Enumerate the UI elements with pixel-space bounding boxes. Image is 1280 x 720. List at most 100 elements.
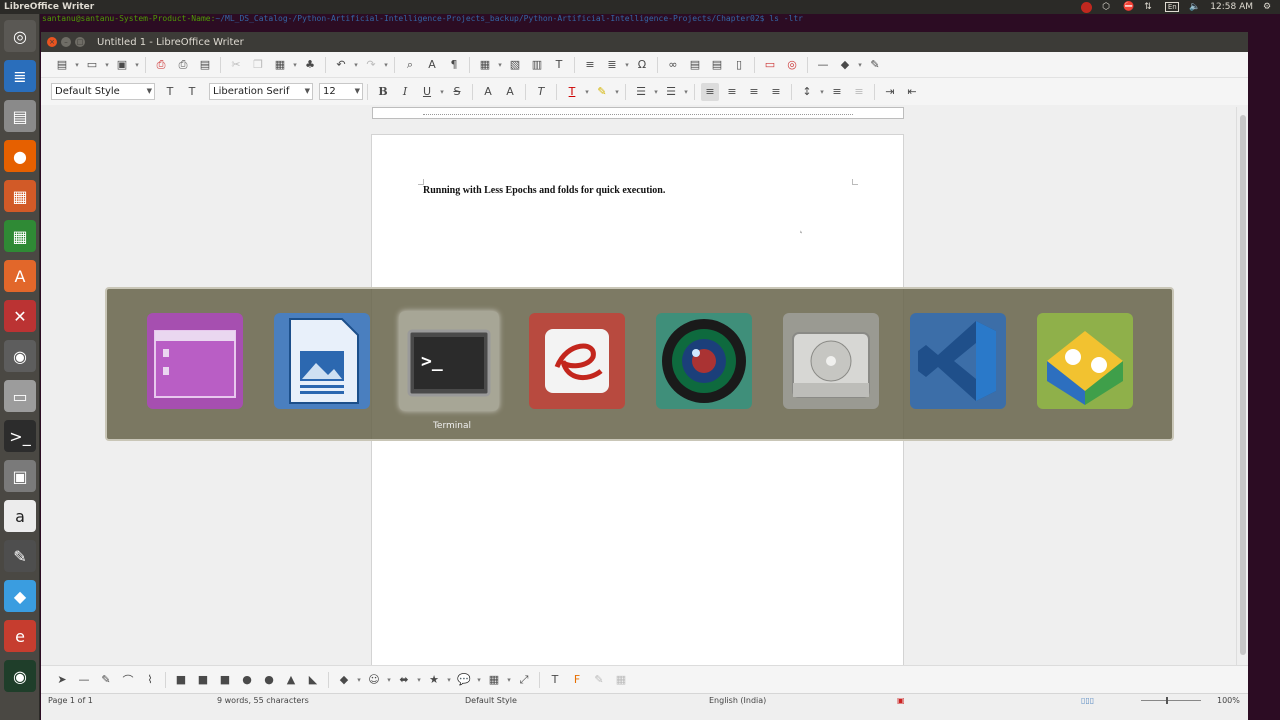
increase-indent-icon[interactable]: ⇥ xyxy=(881,83,899,101)
copy-icon[interactable]: ❐ xyxy=(249,56,267,74)
close-window-button[interactable]: × xyxy=(47,37,57,47)
language-status[interactable]: English (India) xyxy=(709,696,766,705)
settings-launcher-icon[interactable]: ✕ xyxy=(4,300,36,332)
line-icon[interactable]: — xyxy=(75,671,93,689)
align-center-icon[interactable]: ≡ xyxy=(723,83,741,101)
hyperlink-icon[interactable]: ∞ xyxy=(664,56,682,74)
undo-dropdown-icon[interactable]: ▾ xyxy=(352,56,360,74)
track-changes-icon[interactable]: ◎ xyxy=(783,56,801,74)
insert-chart-icon[interactable]: ▥ xyxy=(528,56,546,74)
basic-shapes-icon[interactable]: ◆ xyxy=(335,671,353,689)
subscript-icon[interactable]: A xyxy=(501,83,519,101)
export-pdf-icon[interactable]: ⎙ xyxy=(152,56,170,74)
terminal-launcher-icon[interactable]: >_ xyxy=(4,420,36,452)
save-dropdown-icon[interactable]: ▾ xyxy=(133,56,141,74)
switcher-item-evince[interactable] xyxy=(527,311,627,411)
line-spacing-icon[interactable]: ↕ xyxy=(798,83,816,101)
insert-table-icon[interactable]: ▦ xyxy=(476,56,494,74)
insert-text-box-icon[interactable]: T xyxy=(550,56,568,74)
cheese-launcher-icon[interactable]: ◉ xyxy=(4,660,36,692)
basic-shapes-icon[interactable]: ◆ xyxy=(836,56,854,74)
disks-launcher-icon[interactable]: ▭ xyxy=(4,380,36,412)
footnote-icon[interactable]: ▤ xyxy=(686,56,704,74)
highlighting-icon[interactable]: ✎ xyxy=(593,83,611,101)
line-spacing-dropdown-icon[interactable]: ▾ xyxy=(818,83,826,101)
impress-launcher-icon[interactable]: ▦ xyxy=(4,180,36,212)
underline-dropdown-icon[interactable]: ▾ xyxy=(438,83,446,101)
insert-line-icon[interactable]: — xyxy=(814,56,832,74)
print-preview-icon[interactable]: ▤ xyxy=(196,56,214,74)
record-indicator-icon[interactable] xyxy=(1081,1,1093,13)
network-icon[interactable]: ⇅ xyxy=(1144,2,1155,13)
font-color-dropdown-icon[interactable]: ▾ xyxy=(583,83,591,101)
font-name-select[interactable]: Liberation Serif ▼ xyxy=(209,83,313,100)
underline-icon[interactable]: U xyxy=(418,83,436,101)
clear-formatting-icon[interactable]: T xyxy=(532,83,550,101)
formatting-marks-icon[interactable]: ¶ xyxy=(445,56,463,74)
field-dropdown-icon[interactable]: ▾ xyxy=(623,56,631,74)
shapes-dropdown-icon[interactable]: ▾ xyxy=(355,671,363,689)
superscript-icon[interactable]: A xyxy=(479,83,497,101)
paste-icon[interactable]: ▦ xyxy=(271,56,289,74)
select-arrow-icon[interactable]: ➤ xyxy=(53,671,71,689)
font-size-select[interactable]: 12 ▼ xyxy=(319,83,363,100)
paste-dropdown-icon[interactable]: ▾ xyxy=(291,56,299,74)
calc-launcher-icon[interactable]: ▦ xyxy=(4,220,36,252)
page-count-status[interactable]: Page 1 of 1 xyxy=(48,696,93,705)
switcher-item-disks[interactable] xyxy=(781,311,881,411)
document-text[interactable]: Running with Less Epochs and folds for q… xyxy=(423,185,665,196)
switcher-item-vscode[interactable] xyxy=(908,311,1008,411)
gimp-launcher-icon[interactable]: ✎ xyxy=(4,540,36,572)
maximize-window-button[interactable]: □ xyxy=(75,37,85,47)
points-icon[interactable]: ⤢ xyxy=(515,671,533,689)
vertical-scrollbar[interactable] xyxy=(1236,107,1248,665)
numbering-icon[interactable]: ☰ xyxy=(662,83,680,101)
anaconda-launcher-icon[interactable]: ◆ xyxy=(4,580,36,612)
justify-icon[interactable]: ≡ xyxy=(767,83,785,101)
callouts-icon[interactable]: 💬 xyxy=(455,671,473,689)
word-count-status[interactable]: 9 words, 55 characters xyxy=(217,696,309,705)
drawing-functions-icon[interactable]: ✎ xyxy=(866,56,884,74)
open-folder-icon[interactable]: ▭ xyxy=(83,56,101,74)
new-style-icon[interactable]: T xyxy=(183,83,201,101)
window-titlebar[interactable]: × – □ Untitled 1 - LibreOffice Writer xyxy=(41,32,1248,52)
font-color-icon[interactable]: T xyxy=(563,83,581,101)
italic-icon[interactable]: I xyxy=(396,83,414,101)
arrows-dropdown-icon[interactable]: ▾ xyxy=(415,671,423,689)
rounded-rectangle-icon[interactable]: ■ xyxy=(194,671,212,689)
stars-dropdown-icon[interactable]: ▾ xyxy=(445,671,453,689)
paragraph-style-select[interactable]: Default Style ▼ xyxy=(51,83,155,100)
zoom-level[interactable]: 100% xyxy=(1217,696,1240,705)
horizontal-ruler[interactable] xyxy=(372,107,904,119)
text-box-icon[interactable]: T xyxy=(546,671,564,689)
undo-icon[interactable]: ↶ xyxy=(332,56,350,74)
update-style-icon[interactable]: T xyxy=(161,83,179,101)
bullets-dropdown-icon[interactable]: ▾ xyxy=(652,83,660,101)
triangle-icon[interactable]: ▲ xyxy=(282,671,300,689)
table-dropdown-icon[interactable]: ▾ xyxy=(496,56,504,74)
volume-icon[interactable]: 🔈 xyxy=(1189,2,1200,13)
scrollbar-thumb[interactable] xyxy=(1240,115,1246,655)
bold-icon[interactable]: B xyxy=(374,83,392,101)
page-style-status[interactable]: Default Style xyxy=(465,696,517,705)
increase-paragraph-spacing-icon[interactable]: ≡ xyxy=(828,83,846,101)
files-launcher-icon[interactable]: ▤ xyxy=(4,100,36,132)
callouts-dropdown-icon[interactable]: ▾ xyxy=(475,671,483,689)
clone-formatting-icon[interactable]: ♣ xyxy=(301,56,319,74)
align-right-icon[interactable]: ≡ xyxy=(745,83,763,101)
flowchart-dropdown-icon[interactable]: ▾ xyxy=(505,671,513,689)
endnote-icon[interactable]: ▤ xyxy=(708,56,726,74)
save-icon[interactable]: ▣ xyxy=(113,56,131,74)
redo-dropdown-icon[interactable]: ▾ xyxy=(382,56,390,74)
toggle-extrusion-icon[interactable]: ✎ xyxy=(590,671,608,689)
right-triangle-icon[interactable]: ◣ xyxy=(304,671,322,689)
decrease-paragraph-spacing-icon[interactable]: ≡ xyxy=(850,83,868,101)
decrease-indent-icon[interactable]: ⇤ xyxy=(903,83,921,101)
document-modified-icon[interactable]: ▣ xyxy=(897,696,905,705)
switcher-item-cheese[interactable] xyxy=(654,311,754,411)
rectangle-icon[interactable]: ■ xyxy=(172,671,190,689)
redo-icon[interactable]: ↷ xyxy=(362,56,380,74)
symbol-shapes-icon[interactable]: ☺ xyxy=(365,671,383,689)
symbol-dropdown-icon[interactable]: ▾ xyxy=(385,671,393,689)
evince-launcher-icon[interactable]: e xyxy=(4,620,36,652)
